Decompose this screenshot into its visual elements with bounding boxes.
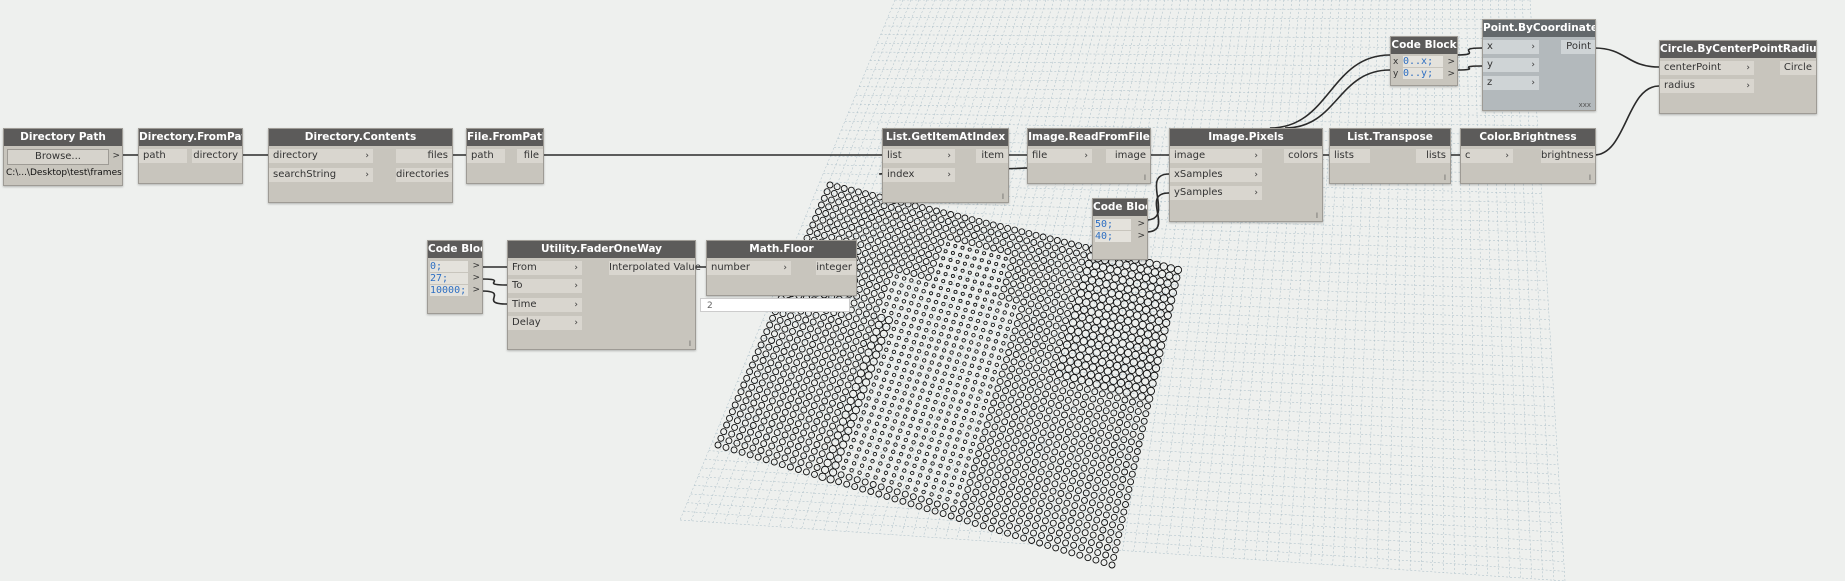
file-frompath-node[interactable]: File.FromPath path file	[466, 128, 544, 184]
node-title: Image.Pixels	[1170, 129, 1322, 146]
output-port-directories[interactable]: directories	[396, 168, 452, 182]
input-port-directory[interactable]: directory ›	[269, 149, 373, 163]
lacing-indicator: l	[1589, 174, 1591, 182]
node-title: File.FromPath	[467, 129, 543, 146]
output-port-circle[interactable]: Circle	[1780, 61, 1816, 75]
node-title: Directory Path	[4, 129, 122, 146]
list-getitematindex-node[interactable]: List.GetItemAtIndex list › index › item l	[882, 128, 1009, 203]
input-port-centerpoint[interactable]: centerPoint ›	[1660, 61, 1754, 75]
output-port-item[interactable]: item	[976, 149, 1008, 163]
directory-path-node[interactable]: Directory Path Browse... > C:\...\Deskto…	[3, 128, 123, 186]
input-port-xsamples[interactable]: xSamples ›	[1170, 168, 1262, 182]
code-block-xy-node[interactable]: Code Block x y 0..x; 0..y; > >	[1390, 36, 1458, 86]
node-title: Math.Floor	[707, 241, 856, 258]
output-port-2[interactable]: >	[472, 273, 480, 284]
output-port-directory[interactable]: directory	[192, 149, 242, 163]
input-port-list[interactable]: list ›	[883, 149, 955, 163]
output-port-colors[interactable]: colors	[1284, 149, 1322, 163]
output-port-2[interactable]: >	[1137, 231, 1145, 242]
circle-bycenterpointradius-node[interactable]: Circle.ByCenterPointRadius centerPoint › …	[1659, 40, 1817, 114]
output-port-point[interactable]: Point	[1561, 40, 1595, 54]
input-port-z[interactable]: z ›	[1483, 76, 1539, 90]
math-floor-preview: 2	[700, 298, 850, 312]
math-floor-node[interactable]: Math.Floor number › integer	[706, 240, 857, 296]
input-port-radius[interactable]: radius ›	[1660, 79, 1754, 93]
color-brightness-node[interactable]: Color.Brightness c › brightness l	[1460, 128, 1596, 184]
code-line-2[interactable]: 40;	[1095, 231, 1131, 242]
input-port-searchstring[interactable]: searchString ›	[269, 168, 373, 182]
output-port[interactable]: >	[112, 151, 120, 162]
point-bycoordinates-node[interactable]: Point.ByCoordinates x › y › z › Point xxx	[1482, 19, 1596, 111]
output-port-integer[interactable]: integer	[816, 261, 856, 275]
output-port-brightness[interactable]: brightness	[1541, 149, 1595, 163]
output-port-files[interactable]: files	[396, 149, 452, 163]
output-port-1[interactable]: >	[472, 261, 480, 272]
node-title: Directory.FromPath	[139, 129, 242, 146]
lacing-indicator: l	[1444, 174, 1446, 182]
code-line-2[interactable]: 27;	[430, 273, 468, 284]
image-pixels-node[interactable]: Image.Pixels image › xSamples › ySamples › …	[1169, 128, 1323, 222]
input-port-image[interactable]: image ›	[1170, 149, 1262, 163]
node-title: Code Block	[1391, 37, 1457, 54]
input-port-from[interactable]: From ›	[508, 261, 582, 275]
lacing-indicator: l	[1002, 193, 1004, 201]
code-line-1[interactable]: 0..x;	[1403, 56, 1443, 67]
input-port-y[interactable]: y ›	[1483, 58, 1539, 72]
node-title: List.Transpose	[1330, 129, 1450, 146]
node-title: Utility.FaderOneWay	[508, 241, 695, 258]
code-block-fader-node[interactable]: Code Block 0; 27; 10000; > > >	[427, 240, 483, 314]
output-port-image[interactable]: image	[1106, 149, 1150, 163]
code-line-3[interactable]: 10000;	[430, 285, 468, 296]
lacing-indicator: l	[689, 340, 691, 348]
directory-contents-node[interactable]: Directory.Contents directory › searchStri…	[268, 128, 453, 203]
list-transpose-node[interactable]: List.Transpose lists lists l	[1329, 128, 1451, 184]
browse-button[interactable]: Browse...	[7, 149, 109, 165]
directory-frompath-node[interactable]: Directory.FromPath path directory	[138, 128, 243, 184]
lacing-indicator: l	[1316, 212, 1318, 220]
lacing-indicator: xxx	[1578, 101, 1591, 109]
node-title: List.GetItemAtIndex	[883, 129, 1008, 146]
input-port-number[interactable]: number ›	[707, 261, 791, 275]
node-title: Point.ByCoordinates	[1483, 20, 1595, 37]
output-port-1[interactable]: >	[1137, 219, 1145, 230]
input-port-delay[interactable]: Delay ›	[508, 316, 582, 330]
input-port-index[interactable]: index ›	[883, 168, 955, 182]
node-title: Code Block	[428, 241, 482, 258]
node-title: Code Block	[1093, 199, 1147, 216]
input-port-x[interactable]: x ›	[1483, 40, 1539, 54]
input-port-x[interactable]: x	[1393, 57, 1398, 67]
path-value: C:\...\Desktop\test\frames	[6, 168, 122, 178]
node-title: Directory.Contents	[269, 129, 452, 146]
input-port-lists[interactable]: lists	[1330, 149, 1370, 163]
input-port-to[interactable]: To ›	[508, 279, 582, 293]
lacing-indicator: l	[1144, 174, 1146, 182]
code-block-samples-node[interactable]: Code Block 50; 40; > >	[1092, 198, 1148, 260]
output-port-lists[interactable]: lists	[1416, 149, 1450, 163]
output-port-interpolated-value[interactable]: Interpolated Value	[609, 261, 701, 275]
input-port-c[interactable]: c ›	[1461, 149, 1513, 163]
code-line-2[interactable]: 0..y;	[1403, 68, 1443, 79]
input-port-time[interactable]: Time ›	[508, 298, 582, 312]
input-port-file[interactable]: file ›	[1028, 149, 1092, 163]
output-port-1[interactable]: >	[1447, 57, 1455, 68]
input-port-y[interactable]: y	[1393, 69, 1398, 79]
output-port-file[interactable]: file	[517, 149, 543, 163]
input-port-path[interactable]: path	[139, 149, 187, 163]
output-port-2[interactable]: >	[1447, 69, 1455, 80]
code-line-1[interactable]: 0;	[430, 261, 468, 272]
input-port-path[interactable]: path	[467, 149, 505, 163]
image-readfromfile-node[interactable]: Image.ReadFromFile file › image l	[1027, 128, 1151, 184]
code-line-1[interactable]: 50;	[1095, 219, 1131, 230]
utility-faderoneway-node[interactable]: Utility.FaderOneWay From › To › Time › Dela…	[507, 240, 701, 350]
node-title: Image.ReadFromFile	[1028, 129, 1150, 146]
node-title: Color.Brightness	[1461, 129, 1595, 146]
input-port-ysamples[interactable]: ySamples ›	[1170, 186, 1262, 200]
node-title: Circle.ByCenterPointRadius	[1660, 41, 1816, 58]
output-port-3[interactable]: >	[472, 285, 480, 296]
